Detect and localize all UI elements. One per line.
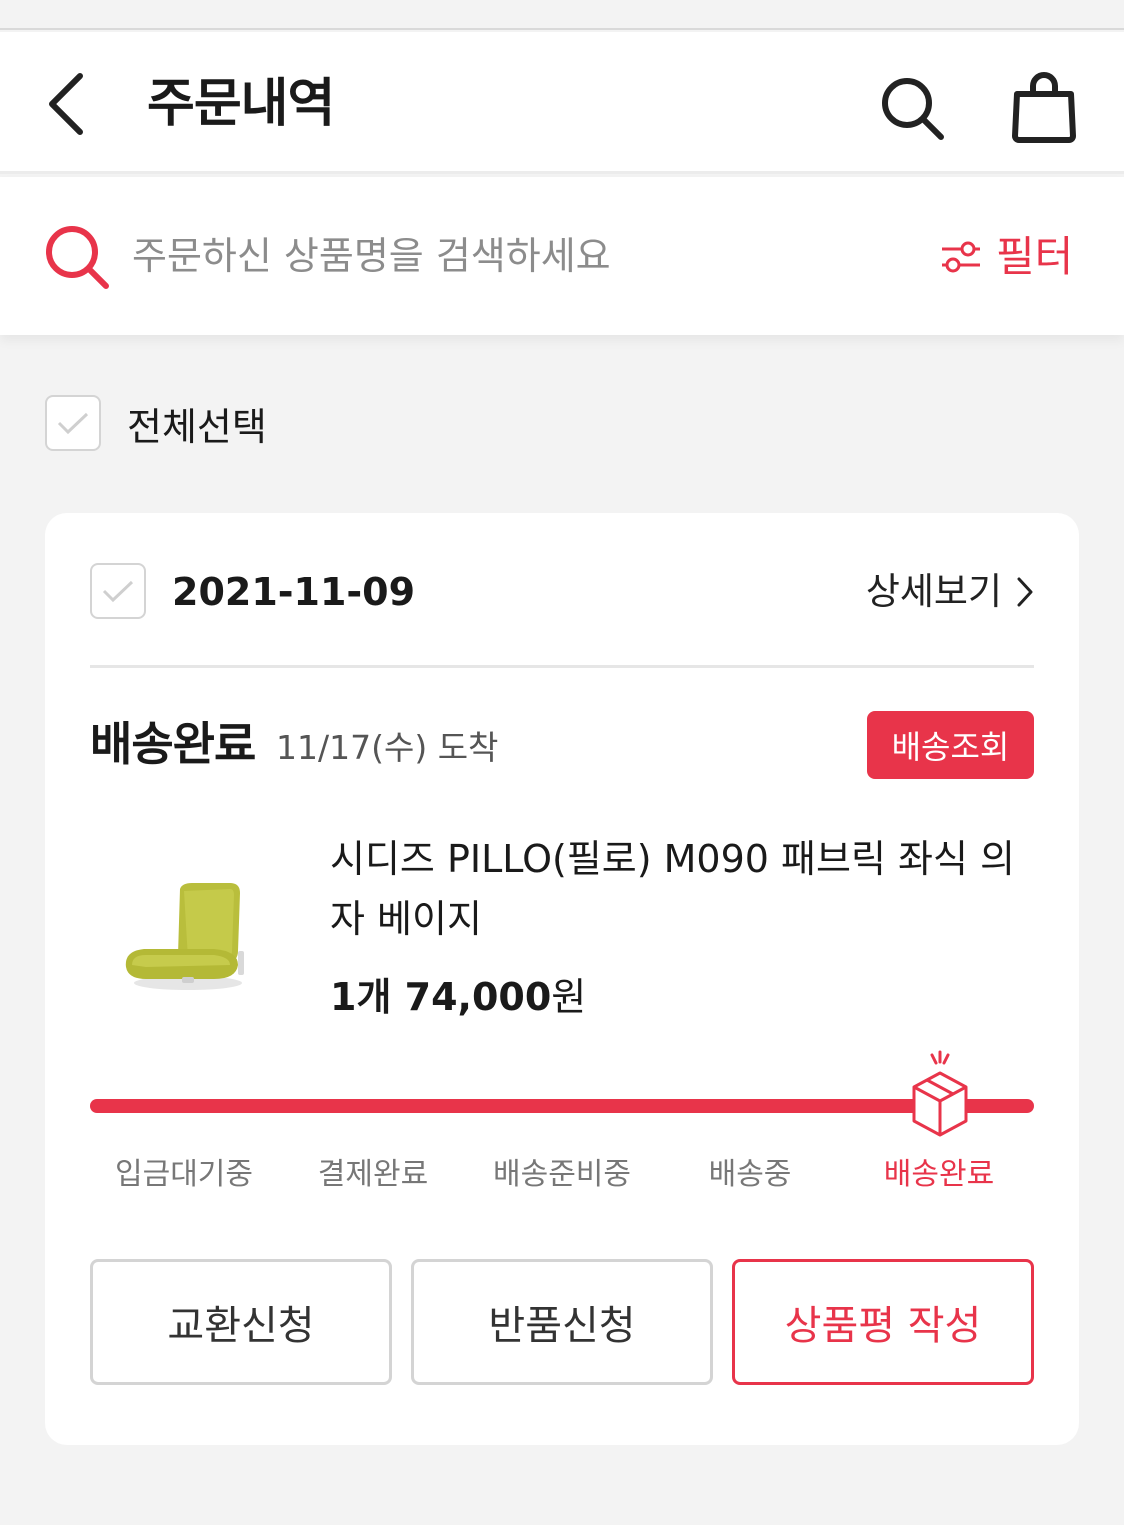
order-checkbox[interactable] [90, 563, 146, 619]
delivery-status: 배송완료 [90, 717, 256, 771]
select-all-checkbox[interactable] [45, 395, 101, 451]
track-delivery-button[interactable]: 배송조회 [867, 711, 1034, 779]
exchange-request-button[interactable]: 교환신청 [90, 1259, 392, 1385]
back-button[interactable] [30, 68, 102, 140]
product-amount: 74,000 [404, 975, 552, 1019]
search-input[interactable] [132, 225, 852, 287]
product-quantity: 1개 [330, 975, 392, 1019]
divider [90, 665, 1034, 668]
step-label: 배송중 [708, 1157, 792, 1192]
delivery-progress: 입금대기중 결제완료 배송준비중 배송중 배송완료 [90, 1049, 1034, 1192]
select-all-label: 전체선택 [127, 404, 267, 449]
app-header: 주문내역 [0, 32, 1124, 174]
order-detail-link[interactable]: 상세보기 [866, 565, 1034, 619]
write-review-button[interactable]: 상품평 작성 [732, 1259, 1034, 1385]
return-request-button[interactable]: 반품신청 [411, 1259, 713, 1385]
order-detail-label: 상세보기 [865, 570, 1002, 613]
sliders-icon [942, 241, 980, 273]
step-label: 배송준비중 [493, 1157, 631, 1192]
step-label-current: 배송완료 [883, 1157, 995, 1192]
status-bar [0, 0, 1124, 30]
check-icon [57, 412, 89, 435]
progress-track [90, 1099, 1034, 1113]
order-search-bar: 필터 [0, 177, 1124, 335]
chevron-left-icon [49, 73, 83, 135]
filter-label: 필터 [996, 232, 1074, 281]
currency-unit: 원 [551, 975, 587, 1019]
search-button[interactable] [872, 68, 952, 148]
order-card: 2021-11-09 상세보기 배송완료 11/17(수) 도착 배송조회 시디… [45, 513, 1079, 1445]
step-label: 입금대기중 [115, 1157, 253, 1192]
search-icon [46, 226, 109, 289]
product-price: 1개 74,000원 [330, 969, 586, 1025]
shopping-bag-icon [1012, 72, 1076, 143]
step-label: 결제완료 [317, 1157, 429, 1192]
select-all[interactable]: 전체선택 [45, 395, 267, 451]
cart-button[interactable] [1002, 66, 1086, 150]
delivery-status-row: 배송완료 11/17(수) 도착 배송조회 [90, 711, 1034, 781]
order-date: 2021-11-09 [172, 570, 416, 614]
chevron-right-icon [1017, 577, 1033, 607]
order-actions: 교환신청 반품신청 상품평 작성 [90, 1259, 1034, 1385]
arrival-date: 11/17(수) 도착 [276, 728, 499, 767]
progress-steps: 입금대기중 결제완료 배송준비중 배송중 배송완료 [90, 1151, 1034, 1201]
order-card-header: 2021-11-09 상세보기 [90, 563, 1034, 621]
page-title: 주문내역 [147, 74, 335, 134]
check-icon [102, 580, 134, 603]
filter-button[interactable]: 필터 [940, 229, 1073, 285]
box-icon [912, 1050, 968, 1137]
product-image[interactable] [122, 881, 252, 993]
product-item[interactable]: 시디즈 PILLO(필로) M090 패브릭 좌식 의자 베이지 1개 74,0… [90, 829, 1034, 1029]
product-name[interactable]: 시디즈 PILLO(필로) M090 패브릭 좌식 의자 베이지 [330, 829, 1030, 949]
search-icon [882, 78, 944, 140]
